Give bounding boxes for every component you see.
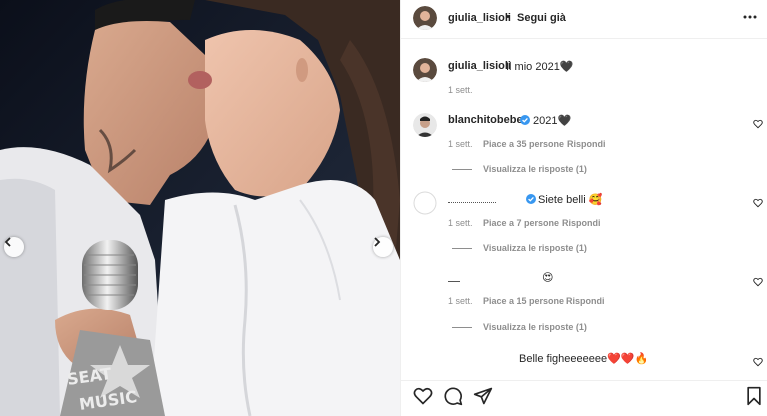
chevron-left-icon: [4, 237, 11, 247]
comment-username[interactable]: blanchitobebe: [448, 114, 523, 126]
comment-username[interactable]: [448, 193, 496, 203]
view-replies-button[interactable]: Visualizza le risposte (1): [483, 164, 587, 174]
post-photo[interactable]: SEAT MUSIC: [0, 0, 400, 416]
carousel-next-button[interactable]: [373, 237, 393, 257]
heart-outline-icon[interactable]: [413, 386, 433, 406]
post-photo-image: SEAT MUSIC: [0, 0, 400, 416]
replies-divider: [452, 169, 472, 170]
post-author-username[interactable]: giulia_lisioli: [448, 12, 511, 24]
comment-timestamp[interactable]: 1 sett.: [448, 139, 473, 149]
heart-outline-icon[interactable]: [753, 198, 763, 208]
avatar-image: [414, 272, 436, 294]
caption-username[interactable]: giulia_lisioli: [448, 60, 511, 72]
verified-badge-icon: [526, 194, 536, 204]
comment-avatar[interactable]: [413, 113, 437, 137]
comment-timestamp[interactable]: 1 sett.: [448, 296, 473, 306]
avatar[interactable]: [413, 6, 437, 30]
carousel-prev-button[interactable]: [4, 237, 24, 257]
avatar-image: [413, 191, 437, 215]
post-action-bar: [401, 380, 767, 416]
comment-avatar[interactable]: [413, 271, 437, 295]
caption-text: Il mio 2021🖤: [506, 61, 574, 73]
comment-text: Siete belli 🥰: [538, 194, 603, 206]
bookmark-icon[interactable]: [745, 386, 763, 406]
reply-button[interactable]: Rispondi: [562, 218, 601, 228]
more-horizontal-icon[interactable]: [743, 10, 757, 24]
heart-outline-icon[interactable]: [753, 277, 763, 287]
comment-bubble-icon[interactable]: [443, 386, 463, 406]
comment-text: 2021🖤: [533, 115, 572, 127]
comment-text: 😍: [542, 272, 554, 284]
heart-outline-icon[interactable]: [753, 119, 763, 129]
caption-avatar[interactable]: [413, 58, 437, 82]
verified-badge-icon: [520, 115, 530, 125]
post-header: giulia_lisioli • Segui già: [401, 0, 767, 39]
avatar-image: [413, 6, 437, 30]
comment-username[interactable]: [448, 272, 460, 282]
reply-button[interactable]: Rispondi: [567, 139, 606, 149]
comment-likes[interactable]: Piace a 7 persone: [483, 218, 559, 228]
avatar-image: [413, 58, 437, 82]
replies-divider: [452, 248, 472, 249]
avatar-image: [413, 113, 437, 137]
view-replies-button[interactable]: Visualizza le risposte (1): [483, 322, 587, 332]
following-button[interactable]: Segui già: [517, 12, 566, 24]
comment-likes[interactable]: Piace a 15 persone: [483, 296, 564, 306]
comment-avatar[interactable]: [413, 191, 437, 215]
comment-text: Belle figheeeeeee❤️❤️🔥: [519, 353, 649, 365]
view-replies-button[interactable]: Visualizza le risposte (1): [483, 243, 587, 253]
paper-plane-icon[interactable]: [473, 386, 493, 406]
post-side-panel: giulia_lisioli • Segui già giulia_lisiol…: [400, 0, 767, 416]
header-separator: •: [506, 11, 510, 23]
chevron-right-icon: [374, 237, 381, 247]
comment-likes[interactable]: Piace a 35 persone: [483, 139, 564, 149]
heart-outline-icon[interactable]: [753, 357, 763, 367]
reply-button[interactable]: Rispondi: [566, 296, 605, 306]
comment-timestamp[interactable]: 1 sett.: [448, 218, 473, 228]
replies-divider: [452, 327, 472, 328]
caption-timestamp[interactable]: 1 sett.: [448, 85, 473, 95]
